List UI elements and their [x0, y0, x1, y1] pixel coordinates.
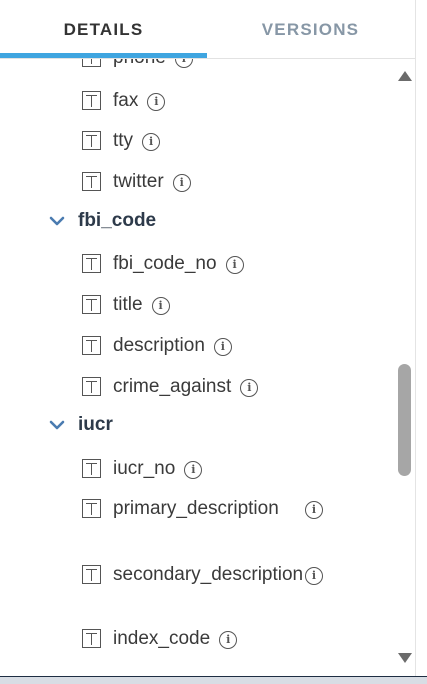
field-twitter[interactable]: twitter i — [82, 167, 191, 196]
field-label: secondary_description — [113, 564, 304, 585]
info-icon[interactable]: i — [305, 567, 323, 585]
field-title[interactable]: title i — [82, 290, 170, 319]
scrollbar-thumb[interactable] — [398, 364, 411, 476]
info-icon[interactable]: i — [174, 59, 193, 68]
group-iucr[interactable]: iucr — [48, 414, 113, 436]
text-type-icon — [82, 565, 101, 584]
field-label: title — [113, 294, 143, 315]
fields-list: phone i fax i tty i twitter i fbi_code f… — [0, 59, 390, 676]
field-label: tty — [113, 130, 134, 151]
field-label: primary_description — [113, 498, 279, 519]
field-label: description — [113, 335, 205, 356]
text-type-icon — [82, 59, 101, 67]
text-type-icon — [82, 131, 101, 150]
info-icon[interactable]: i — [305, 501, 323, 519]
active-tab-indicator — [0, 53, 207, 58]
group-fbi-code[interactable]: fbi_code — [48, 210, 156, 232]
field-description[interactable]: description i — [82, 331, 232, 360]
text-type-icon — [82, 629, 101, 648]
tab-details[interactable]: DETAILS — [0, 0, 207, 59]
text-type-icon — [82, 336, 101, 355]
tab-versions[interactable]: VERSIONS — [207, 0, 414, 59]
field-label: fbi_code_no — [113, 253, 217, 274]
field-index-code[interactable]: index_code i — [82, 624, 238, 653]
info-icon[interactable]: i — [213, 338, 232, 356]
info-icon[interactable]: i — [225, 256, 244, 274]
text-type-icon — [82, 172, 101, 191]
field-label: iucr_no — [113, 458, 176, 479]
group-label: fbi_code — [78, 210, 157, 231]
chevron-down-icon — [49, 420, 65, 430]
info-icon[interactable]: i — [142, 133, 161, 151]
text-type-icon — [82, 295, 101, 314]
group-label: iucr — [78, 414, 113, 435]
info-icon[interactable]: i — [147, 93, 166, 111]
text-type-icon — [82, 254, 101, 273]
field-label: phone — [113, 59, 166, 72]
field-phone[interactable]: phone i — [82, 59, 193, 72]
field-secondary-description[interactable]: secondary_description i — [82, 560, 323, 589]
window-bottom-edge — [0, 676, 427, 684]
panel-border — [415, 0, 416, 676]
field-primary-description[interactable]: primary_description i — [82, 494, 323, 523]
field-tty[interactable]: tty i — [82, 126, 161, 155]
scroll-down-arrow-icon[interactable] — [398, 653, 412, 663]
field-label: crime_against — [113, 376, 232, 397]
scroll-up-arrow-icon[interactable] — [398, 71, 412, 81]
text-type-icon — [82, 91, 101, 110]
field-crime-against[interactable]: crime_against i — [82, 372, 259, 401]
tab-bar: DETAILS VERSIONS — [0, 0, 416, 59]
text-type-icon — [82, 377, 101, 396]
info-icon[interactable]: i — [184, 461, 203, 479]
info-icon[interactable]: i — [151, 297, 170, 315]
field-label: fax — [113, 90, 139, 111]
info-icon[interactable]: i — [219, 631, 238, 649]
info-icon[interactable]: i — [240, 379, 259, 397]
info-icon[interactable]: i — [172, 174, 191, 192]
text-type-icon — [82, 499, 101, 518]
text-type-icon — [82, 459, 101, 478]
vertical-scrollbar[interactable] — [394, 59, 415, 676]
field-fbi-code-no[interactable]: fbi_code_no i — [82, 249, 244, 278]
field-fax[interactable]: fax i — [82, 86, 166, 115]
chevron-down-icon — [49, 216, 65, 226]
field-iucr-no[interactable]: iucr_no i — [82, 454, 203, 483]
field-label: twitter — [113, 171, 164, 192]
field-label: index_code — [113, 628, 211, 649]
